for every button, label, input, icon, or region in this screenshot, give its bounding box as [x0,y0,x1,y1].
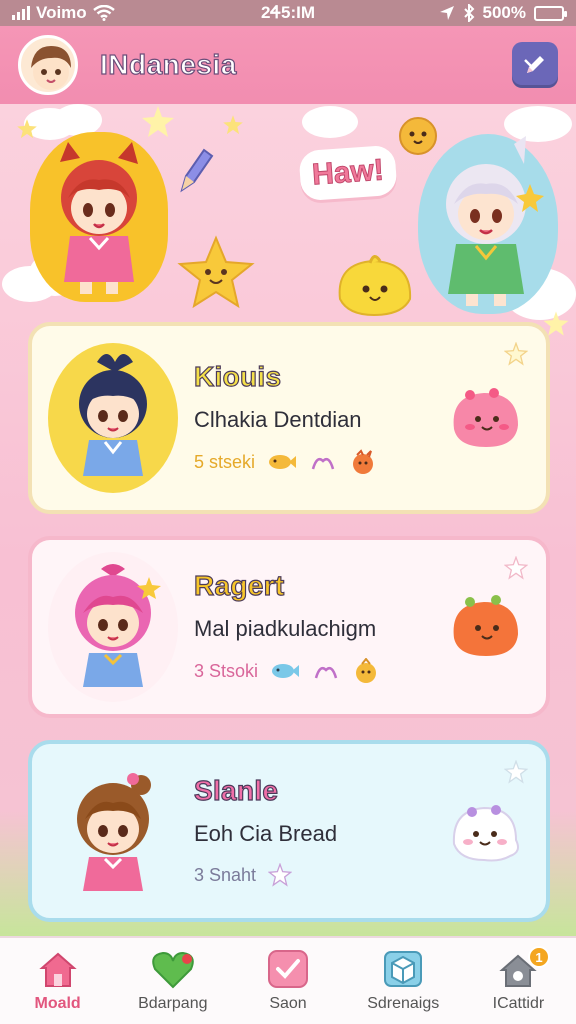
card-subtitle: Mal piadkulachigm [194,616,377,641]
tab-label: Bdarpang [138,995,208,1012]
pink-hair-girl-icon [75,564,161,687]
star-icon [223,115,243,135]
wifi-icon [92,5,115,21]
card-name: Ragert [193,569,285,601]
character-card[interactable]: Slanle Eoh Cia Bread 3 Snaht [28,740,550,922]
tab-label: Saon [269,995,307,1012]
status-right: 500% [364,3,567,23]
card-meta: 5 stseki [194,449,446,475]
orange-blob-pet-icon [399,117,437,155]
edit-pencil-icon [524,56,544,73]
main-content: Haw! Kiouis Clhakia Dentdian 5 stseki Ra… [0,104,576,936]
navy-hair-girl-icon [79,354,147,476]
carrier-name: Voimo [36,3,87,22]
card-body: Kiouis Clhakia Dentdian 5 stseki [178,360,446,475]
yellow-blob-pet-icon [338,255,412,317]
card-name: Slanle [193,774,279,806]
fish-icon [272,664,300,678]
orange-blob-pet-icon [453,595,518,656]
chick-icon [356,658,377,683]
tab-bar: Moald Bdarpang Saon Sdrenaigs ICattidr 1 [0,936,576,1024]
card-meta: 3 Stsoki [194,658,446,684]
battery-percent: 500% [482,3,526,22]
avatar[interactable] [18,35,78,95]
brown-hair-girl-icon [77,773,151,891]
star-outline-icon [268,863,293,887]
silver-hair-girl-icon [446,136,544,306]
ghost-pet-icon [452,805,519,862]
status-left: Voimo [12,3,212,23]
card-subtitle: Eoh Cia Bread [194,821,338,846]
card-meta-text: 5 stseki [194,451,256,472]
character-card[interactable]: Ragert Mal piadkulachigm 3 Stsoki [28,536,550,718]
card-meta-text: 3 Stsoki [194,660,259,681]
home-icon [36,949,80,989]
hero-banner: Haw! [0,104,576,336]
character-portrait-red-hair [30,132,168,302]
box-icon [381,949,425,989]
hero-speech-badge: Haw! [298,144,398,202]
check-heart-icon [266,949,310,989]
page-title: INdanesia [99,48,237,80]
status-bar: Voimo 2Ꮞ5:ΙM 500% [0,0,576,26]
card-body: Ragert Mal piadkulachigm 3 Stsoki [178,569,446,684]
card-subtitle: Clhakia Dentdian [194,407,362,432]
status-time: 2Ꮞ5:ΙM [260,3,316,22]
star-icon [17,119,37,139]
location-icon [439,6,454,20]
edit-button[interactable] [512,42,558,88]
bluetooth-icon [463,4,474,22]
tab-label: Sdrenaigs [367,995,440,1012]
signal-icon [12,6,30,20]
tab-icattidr[interactable]: ICattidr 1 [461,938,576,1024]
card-portrait [48,756,178,906]
bird-icon [353,449,374,474]
star-outline-icon [504,342,528,366]
tab-sdrenaigs[interactable]: Sdrenaigs [346,938,461,1024]
star-outline-icon [504,760,528,784]
star-outline-icon [504,556,528,580]
card-name: Kiouis [193,360,282,392]
card-meta: 3 Snaht [194,863,446,887]
pencil-icon [180,148,214,193]
card-portrait [48,343,178,493]
fish-icon [269,455,297,469]
tab-saon[interactable]: Saon [230,938,345,1024]
star-icon [142,106,174,137]
card-meta-text: 3 Snaht [194,864,257,885]
app-header: INdanesia [0,26,576,104]
tab-label: ICattidr [492,995,545,1012]
sparkle-icon [311,458,335,470]
avatar-face-icon [31,46,71,90]
card-portrait [48,552,178,702]
tab-label: Moald [34,995,81,1012]
card-body: Slanle Eoh Cia Bread 3 Snaht [178,774,446,887]
heart-icon [151,949,195,989]
cloud-icon [302,106,358,138]
character-card[interactable]: Kiouis Clhakia Dentdian 5 stseki [28,322,550,514]
character-portrait-silver-hair [418,134,558,314]
tab-bdarpang[interactable]: Bdarpang [115,938,230,1024]
red-hair-girl-icon [60,142,138,294]
tab-moald[interactable]: Moald [0,938,115,1024]
pink-blob-pet-icon [453,388,518,447]
sparkle-icon [314,667,338,679]
smiling-star-icon [177,235,255,309]
battery-icon [534,5,567,21]
notification-badge: 1 [528,946,551,968]
